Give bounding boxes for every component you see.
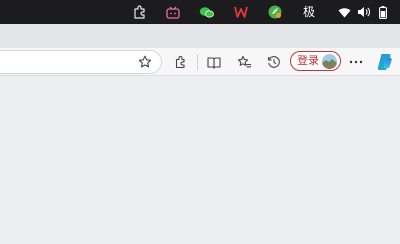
split-screen-icon[interactable] (204, 52, 224, 72)
tab-strip (0, 24, 400, 48)
favorites-icon[interactable] (234, 52, 254, 72)
history-icon[interactable] (264, 52, 284, 72)
wechat-icon[interactable] (198, 4, 216, 20)
more-icon[interactable] (346, 52, 366, 72)
page-content (0, 76, 400, 244)
wifi-icon[interactable] (337, 4, 351, 20)
bilibili-icon[interactable] (165, 4, 181, 20)
ime-icon[interactable]: 极 (302, 4, 316, 20)
copilot-icon[interactable] (374, 51, 396, 73)
green-app-icon[interactable] (266, 4, 284, 20)
login-label: 登录 (297, 54, 319, 67)
login-button[interactable]: 登录 (290, 51, 341, 71)
system-taskbar: 极 (0, 0, 400, 24)
battery-icon[interactable] (378, 4, 388, 20)
star-icon[interactable] (135, 52, 155, 72)
extensions-icon[interactable] (171, 52, 191, 72)
ime-mode-label: 极 (302, 5, 315, 19)
toolbar-divider (197, 54, 198, 70)
extension-puzzle-icon[interactable] (132, 4, 148, 20)
wps-icon[interactable] (233, 4, 249, 20)
volume-icon[interactable] (357, 4, 371, 20)
avatar (322, 54, 337, 69)
